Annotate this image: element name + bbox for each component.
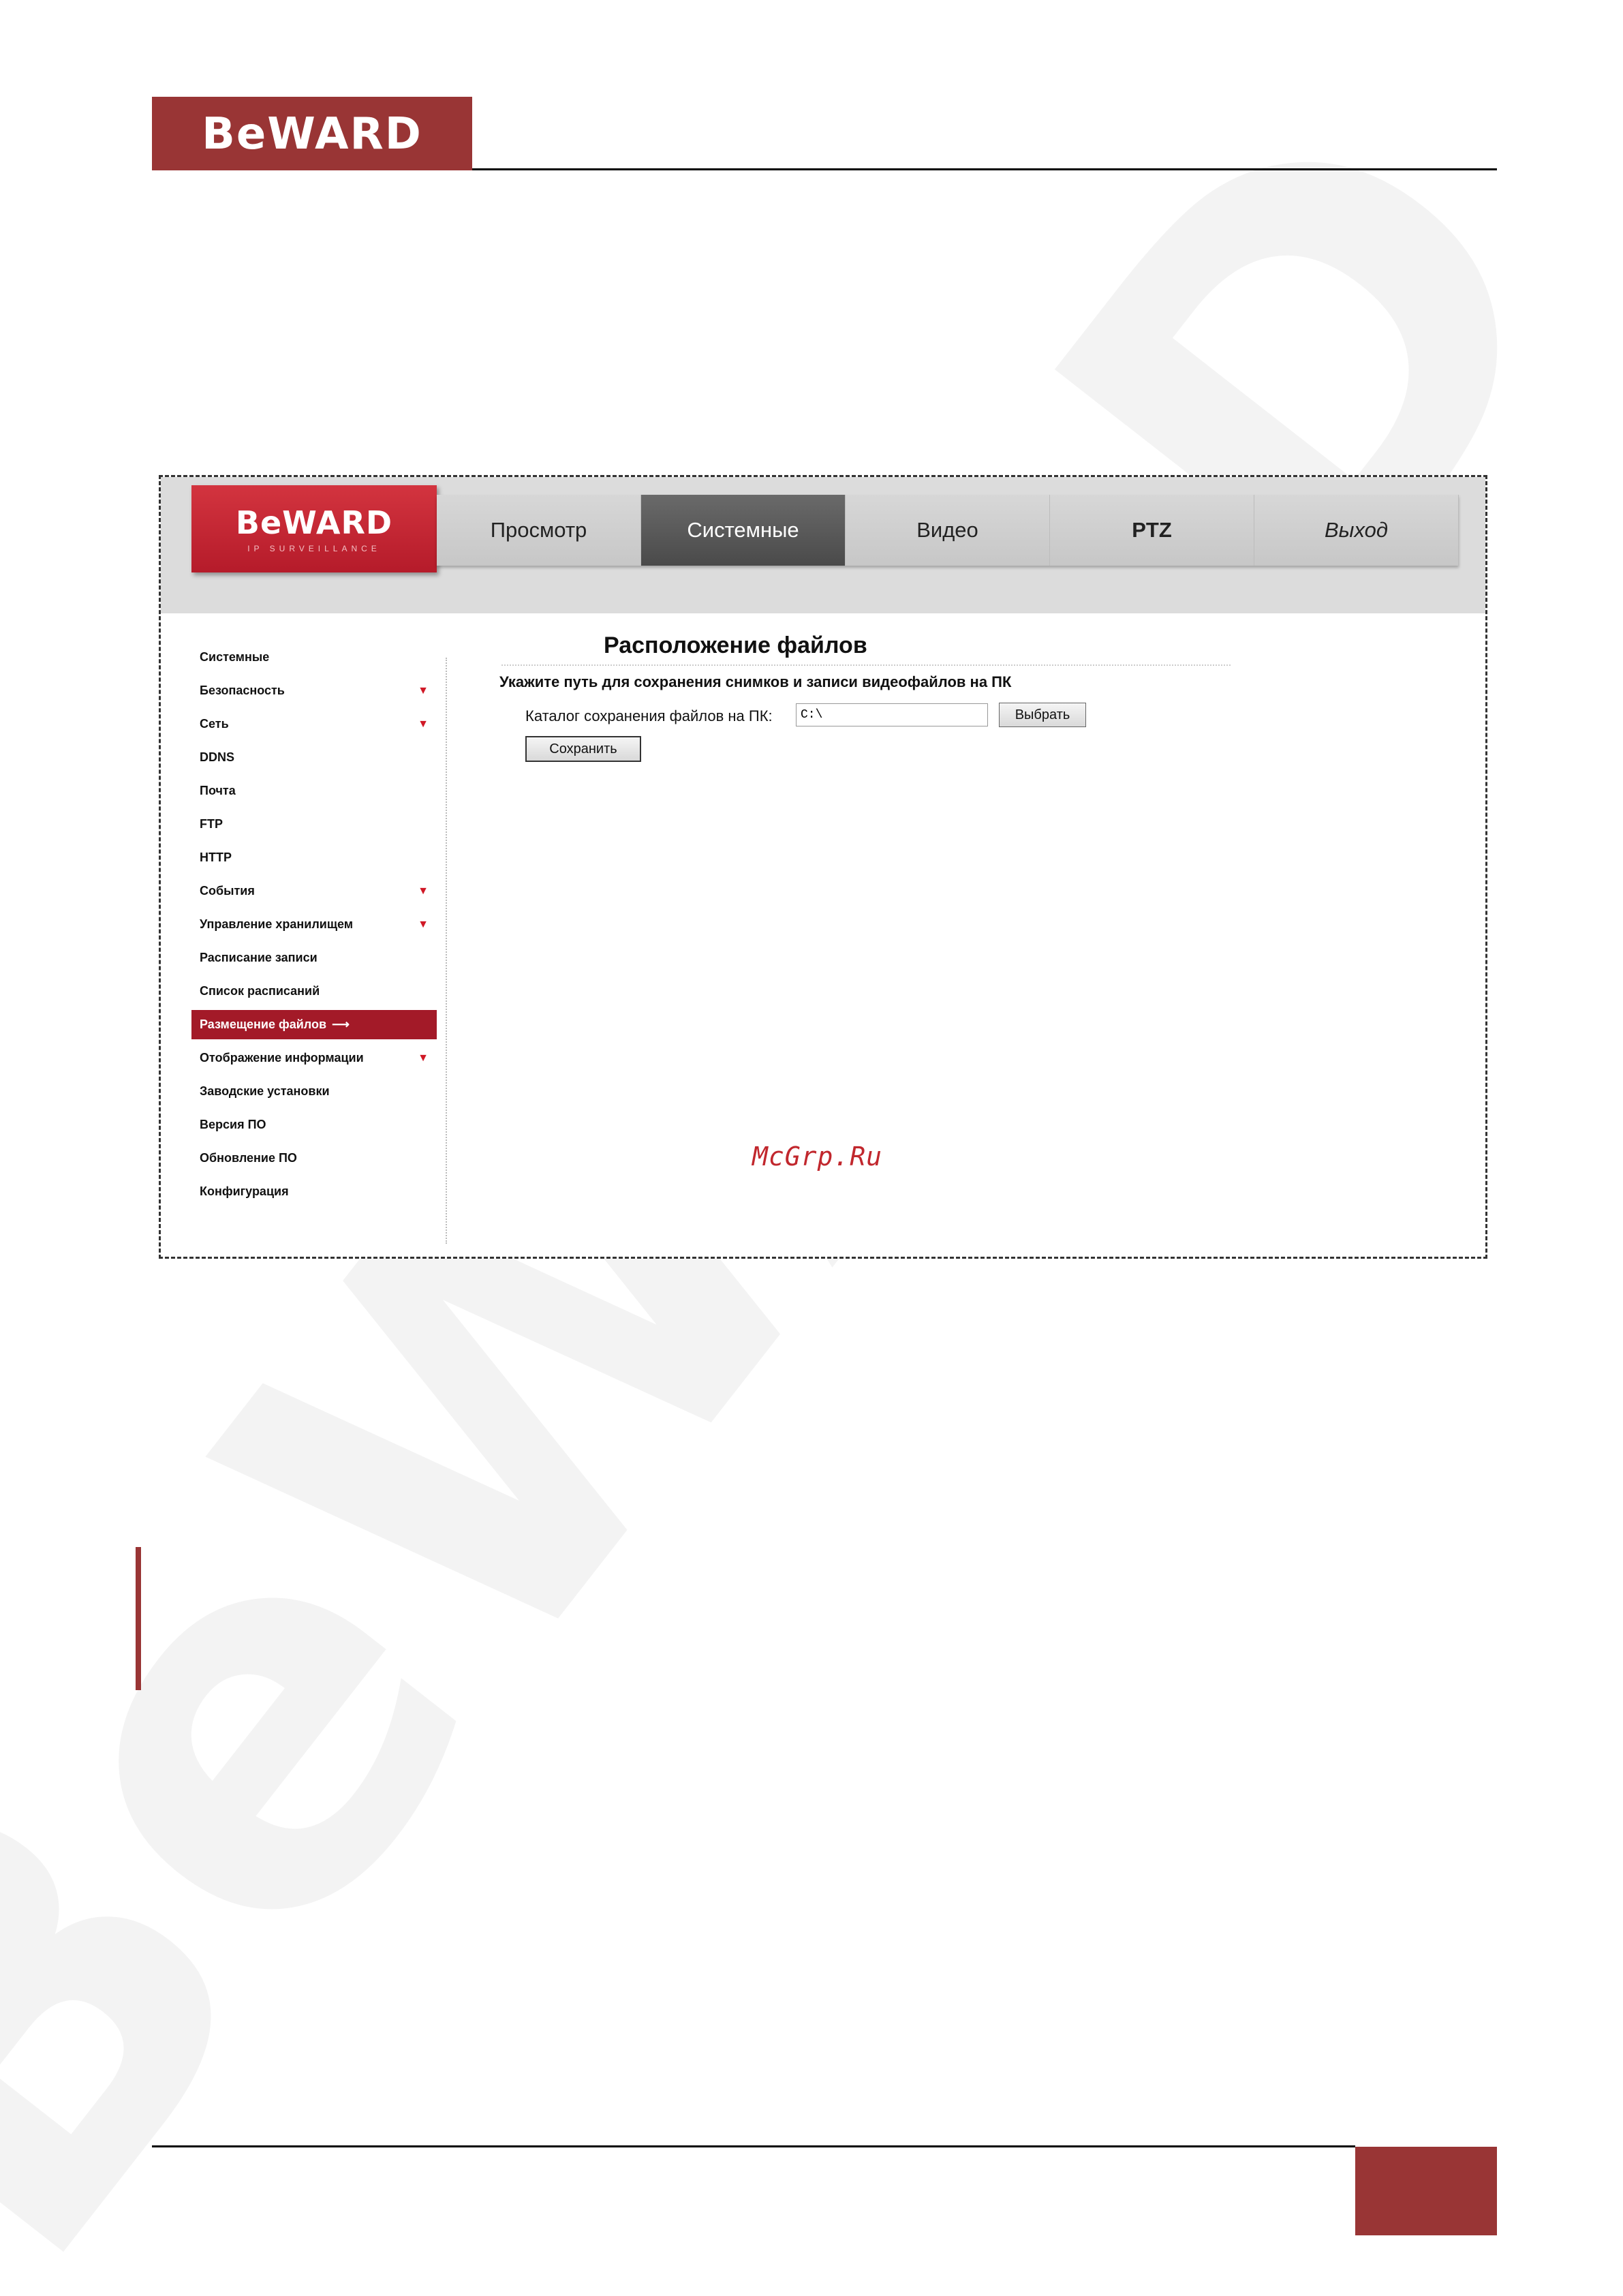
sidebar-item-label: Размещение файлов [200,1017,327,1031]
header-rule [472,168,1497,170]
tab-view[interactable]: Просмотр [437,495,641,566]
sidebar-item-label: Безопасность [200,684,285,697]
side-accent-bar [136,1547,141,1690]
sidebar-item-label: Расписание записи [200,951,318,964]
sidebar-item-network[interactable]: Сеть ▼ [191,707,437,741]
expand-triangle-icon: ▼ [418,685,429,697]
footer-rule [152,2145,1355,2147]
expand-triangle-icon: ▼ [418,885,429,897]
section-subheading: Укажите путь для сохранения снимков и за… [499,673,1012,690]
sidebar-item-mail[interactable]: Почта [191,774,437,808]
expand-triangle-icon: ▼ [418,718,429,730]
sidebar-item-events[interactable]: События ▼ [191,874,437,908]
sidebar-item-ftp[interactable]: FTP [191,808,437,841]
app-logo-subtitle: IP SURVEILLANCE [247,544,381,553]
web-ui-screenshot: BeWARD IP SURVEILLANCE Просмотр Системны… [159,475,1487,1259]
footer-page-box [1355,2147,1497,2235]
save-path-label: Каталог сохранения файлов на ПК: [525,707,773,724]
expand-triangle-icon: ▼ [418,1052,429,1064]
tab-logout[interactable]: Выход [1254,495,1459,566]
main-nav: Просмотр Системные Видео PTZ Выход [437,495,1459,566]
sidebar-item-record-schedule[interactable]: Расписание записи [191,941,437,975]
sidebar-menu: Системные Безопасность ▼ Сеть ▼ DDNS Почта… [191,641,437,1208]
browse-button[interactable]: Выбрать [999,703,1086,727]
page-title: Расположение файлов [604,632,867,658]
sidebar-item-label: Список расписаний [200,984,320,998]
sidebar-item-label: Конфигурация [200,1184,289,1198]
sidebar-item-label: Заводские установки [200,1084,330,1098]
app-logo[interactable]: BeWARD IP SURVEILLANCE [191,485,437,572]
sidebar-item-label: Версия ПО [200,1118,266,1131]
doc-logo-text: BeWARD [202,109,422,159]
tab-system[interactable]: Системные [641,495,846,566]
sidebar-item-ddns[interactable]: DDNS [191,741,437,774]
sidebar-item-display-info[interactable]: Отображение информации ▼ [191,1041,437,1075]
save-path-input[interactable] [796,703,988,726]
doc-brand-logo: BeWARD [152,97,472,170]
sidebar-item-factory-defaults[interactable]: Заводские установки [191,1075,437,1108]
site-watermark-text: McGrp.Ru [752,1142,883,1172]
top-bar: BeWARD IP SURVEILLANCE Просмотр Системны… [161,477,1485,613]
sidebar-item-system[interactable]: Системные [191,641,437,674]
sidebar-item-label: События [200,884,255,898]
sidebar-item-label: Системные [200,650,270,664]
sidebar-divider [446,658,447,1244]
sidebar-item-file-location[interactable]: Размещение файлов ⟶ [191,1010,437,1039]
save-button[interactable]: Сохранить [525,736,641,762]
sidebar-item-label: DDNS [200,750,235,764]
expand-triangle-icon: ▼ [418,919,429,930]
sidebar-item-storage[interactable]: Управление хранилищем ▼ [191,908,437,941]
sidebar-item-label: Почта [200,784,236,797]
sidebar-item-security[interactable]: Безопасность ▼ [191,674,437,707]
sidebar-item-label: FTP [200,817,223,831]
sidebar-item-firmware-version[interactable]: Версия ПО [191,1108,437,1142]
sidebar-item-label: Обновление ПО [200,1151,297,1165]
sidebar-item-configuration[interactable]: Конфигурация [191,1175,437,1208]
sidebar-item-http[interactable]: HTTP [191,841,437,874]
sidebar-item-schedule-list[interactable]: Список расписаний [191,975,437,1008]
sidebar-item-firmware-update[interactable]: Обновление ПО [191,1142,437,1175]
title-divider [501,664,1231,666]
sidebar-item-label: Управление хранилищем [200,917,354,931]
app-logo-text: BeWARD [235,504,393,541]
arrow-right-icon: ⟶ [332,1017,350,1031]
sidebar-item-label: HTTP [200,851,232,864]
sidebar-item-label: Сеть [200,717,229,731]
tab-ptz[interactable]: PTZ [1050,495,1254,566]
tab-video[interactable]: Видео [846,495,1050,566]
sidebar-item-label: Отображение информации [200,1051,364,1065]
